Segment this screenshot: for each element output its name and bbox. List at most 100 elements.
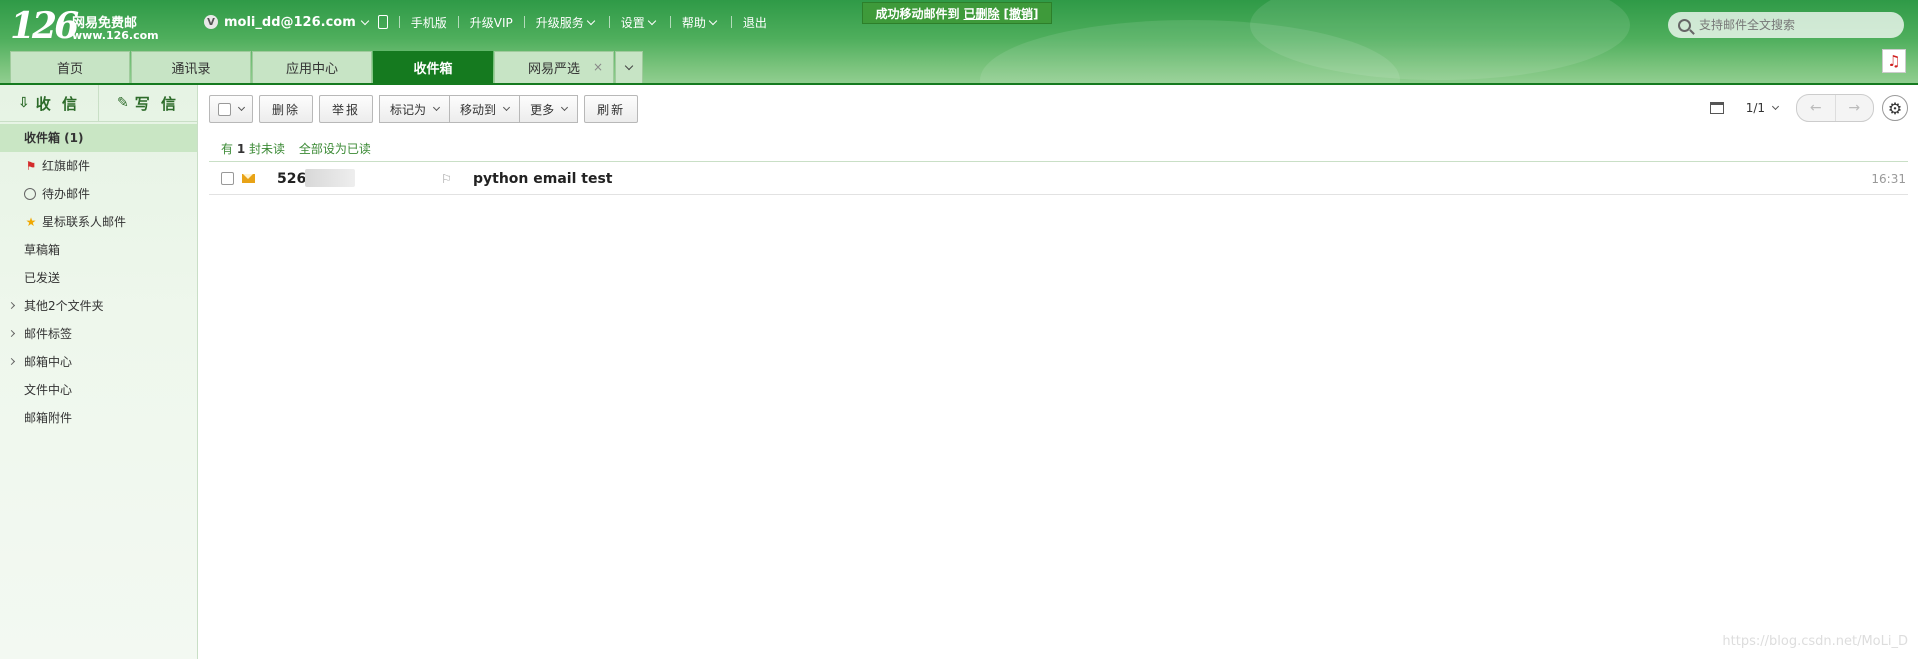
account-name[interactable]: moli_dd@126.com <box>224 15 356 30</box>
delete-button[interactable]: 删除 <box>259 95 314 123</box>
tab-contacts[interactable]: 通讯录 <box>131 51 251 83</box>
search-input[interactable] <box>1697 17 1891 33</box>
sidebar-item-drafts[interactable]: 草稿箱 <box>0 236 197 264</box>
folder-label: 邮件标签 <box>24 327 73 341</box>
tab-app-center[interactable]: 应用中心 <box>252 51 372 83</box>
receive-mail-label: 收 信 <box>35 94 80 113</box>
nav-logout-link[interactable]: 退出 <box>743 14 767 31</box>
chevron-down-icon[interactable] <box>647 16 657 25</box>
select-all-checkbox[interactable] <box>218 102 231 116</box>
chevron-right-icon[interactable] <box>7 329 16 338</box>
move-notification: 成功移动邮件到 已删除 [撤销] <box>862 2 1052 24</box>
nav-separator <box>608 16 610 28</box>
tab-yanxuan[interactable]: 网易严选 × <box>494 51 614 83</box>
next-page-icon[interactable]: → <box>1834 95 1874 121</box>
vip-badge-icon: V <box>204 15 218 29</box>
chevron-down-icon[interactable] <box>237 103 246 112</box>
sidebar-item-file-center[interactable]: 文件中心 <box>0 376 197 404</box>
unread-suffix[interactable]: 封未读 <box>249 142 285 156</box>
nav-help-link[interactable]: 帮助 <box>682 14 706 31</box>
folder-label: 星标联系人邮件 <box>42 215 127 229</box>
pager: 1/1 ← → ⚙ <box>1709 94 1908 122</box>
tab-more-button[interactable] <box>615 51 643 83</box>
sidebar-item-starred[interactable]: ★ 星标联系人邮件 <box>0 208 197 236</box>
compose-button[interactable]: ✎ 写 信 <box>98 85 197 121</box>
tab-home[interactable]: 首页 <box>10 51 130 83</box>
move-to-button[interactable]: 移动到 <box>450 95 521 123</box>
compose-icon: ✎ <box>117 95 129 111</box>
select-all-button[interactable] <box>209 95 253 123</box>
folder-label: 文件中心 <box>24 383 73 397</box>
sidebar-item-todo[interactable]: 待办邮件 <box>0 180 197 208</box>
folder-label: 邮箱中心 <box>24 355 73 369</box>
mail-row[interactable]: 526 ⚐ python email test 16:31 <box>209 163 1908 195</box>
download-icon: ⇩ <box>18 95 30 111</box>
prev-page-icon[interactable]: ← <box>1797 95 1835 121</box>
refresh-button[interactable]: 刷新 <box>584 95 639 123</box>
sidebar-item-other-folders[interactable]: 其他2个文件夹 <box>0 292 197 320</box>
mark-as-button[interactable]: 标记为 <box>379 95 451 123</box>
nav-settings-link[interactable]: 设置 <box>621 14 645 31</box>
sidebar-item-flagged[interactable]: ⚑ 红旗邮件 <box>0 152 197 180</box>
page-indicator[interactable]: 1/1 <box>1746 101 1765 115</box>
mail-time: 16:31 <box>1871 171 1906 186</box>
unread-count: 1 <box>236 142 246 156</box>
search-icon[interactable] <box>1678 18 1691 32</box>
flag-icon: ⚑ <box>25 159 37 173</box>
star-icon: ★ <box>25 215 37 229</box>
nav-separator <box>398 16 400 28</box>
sender-name: 526 <box>277 170 307 187</box>
mail-select-checkbox[interactable] <box>221 172 234 185</box>
chevron-down-icon <box>624 61 634 71</box>
move-to-label: 移动到 <box>460 102 497 117</box>
close-icon[interactable]: × <box>593 60 603 74</box>
gear-icon[interactable]: ⚙ <box>1882 95 1908 121</box>
chevron-down-icon <box>503 103 511 112</box>
logo-number: 126 <box>10 5 79 47</box>
app-header: 126 网易免费邮 www.126.com V moli_dd@126.com … <box>0 0 1918 85</box>
folder-label: 草稿箱 <box>24 243 61 257</box>
nav-upgrade-service-link[interactable]: 升级服务 <box>536 14 584 31</box>
more-label: 更多 <box>530 102 555 117</box>
list-divider <box>209 161 1908 162</box>
notification-folder-link[interactable]: 已删除 <box>964 5 1000 22</box>
sidebar-item-tags[interactable]: 邮件标签 <box>0 320 197 348</box>
tab-label: 网易严选 <box>527 62 580 77</box>
nav-separator <box>730 16 732 28</box>
sidebar-item-inbox[interactable]: 收件箱 (1) <box>0 124 197 152</box>
mail-sender[interactable]: 526 <box>277 168 441 187</box>
sidebar-item-sent[interactable]: 已发送 <box>0 264 197 292</box>
notification-undo-link[interactable]: [撤销] <box>1004 5 1039 22</box>
chevron-down-icon[interactable] <box>1771 102 1780 111</box>
tab-inbox[interactable]: 收件箱 <box>373 51 493 83</box>
sidebar-actions: ⇩ 收 信 ✎ 写 信 <box>0 85 197 122</box>
sidebar-item-attachments[interactable]: 邮箱附件 <box>0 404 197 432</box>
chevron-right-icon[interactable] <box>7 301 16 310</box>
more-button[interactable]: 更多 <box>520 95 579 123</box>
mail-subject[interactable]: python email test <box>473 171 1871 187</box>
chevron-down-icon[interactable] <box>708 16 718 25</box>
nav-mobile-link[interactable]: 手机版 <box>411 14 447 31</box>
unread-prefix: 有 <box>221 142 234 156</box>
calendar-icon[interactable] <box>1709 102 1724 114</box>
folder-list: 收件箱 (1) ⚑ 红旗邮件 待办邮件 ★ 星标联系人邮件 草稿箱 已发送 其他2个… <box>0 124 197 432</box>
flag-outline-icon[interactable]: ⚐ <box>441 172 455 186</box>
main-content: 删除 举报 标记为 移动到 更多 刷新 1/1 ← → ⚙ 有 1 封未读 全部… <box>199 85 1918 659</box>
unread-summary: 有 1 封未读 全部设为已读 <box>221 140 371 157</box>
account-dropdown-icon[interactable] <box>360 16 370 25</box>
report-button[interactable]: 举报 <box>319 95 374 123</box>
unread-envelope-icon <box>242 174 255 183</box>
watermark: https://blog.csdn.net/MoLi_D <box>1722 634 1908 649</box>
music-icon[interactable]: ♫ <box>1882 49 1906 73</box>
phone-icon[interactable] <box>377 15 388 29</box>
nav-separator <box>457 16 459 28</box>
search-box[interactable] <box>1668 12 1904 38</box>
nav-upgrade-vip-link[interactable]: 升级VIP <box>470 14 513 31</box>
notification-text: 成功移动邮件到 <box>875 6 960 21</box>
chevron-down-icon[interactable] <box>586 16 596 25</box>
chevron-right-icon[interactable] <box>7 357 16 366</box>
receive-mail-button[interactable]: ⇩ 收 信 <box>0 85 98 121</box>
mark-all-read-link[interactable]: 全部设为已读 <box>299 142 371 156</box>
sidebar-item-mail-center[interactable]: 邮箱中心 <box>0 348 197 376</box>
redacted-blur <box>305 168 355 187</box>
